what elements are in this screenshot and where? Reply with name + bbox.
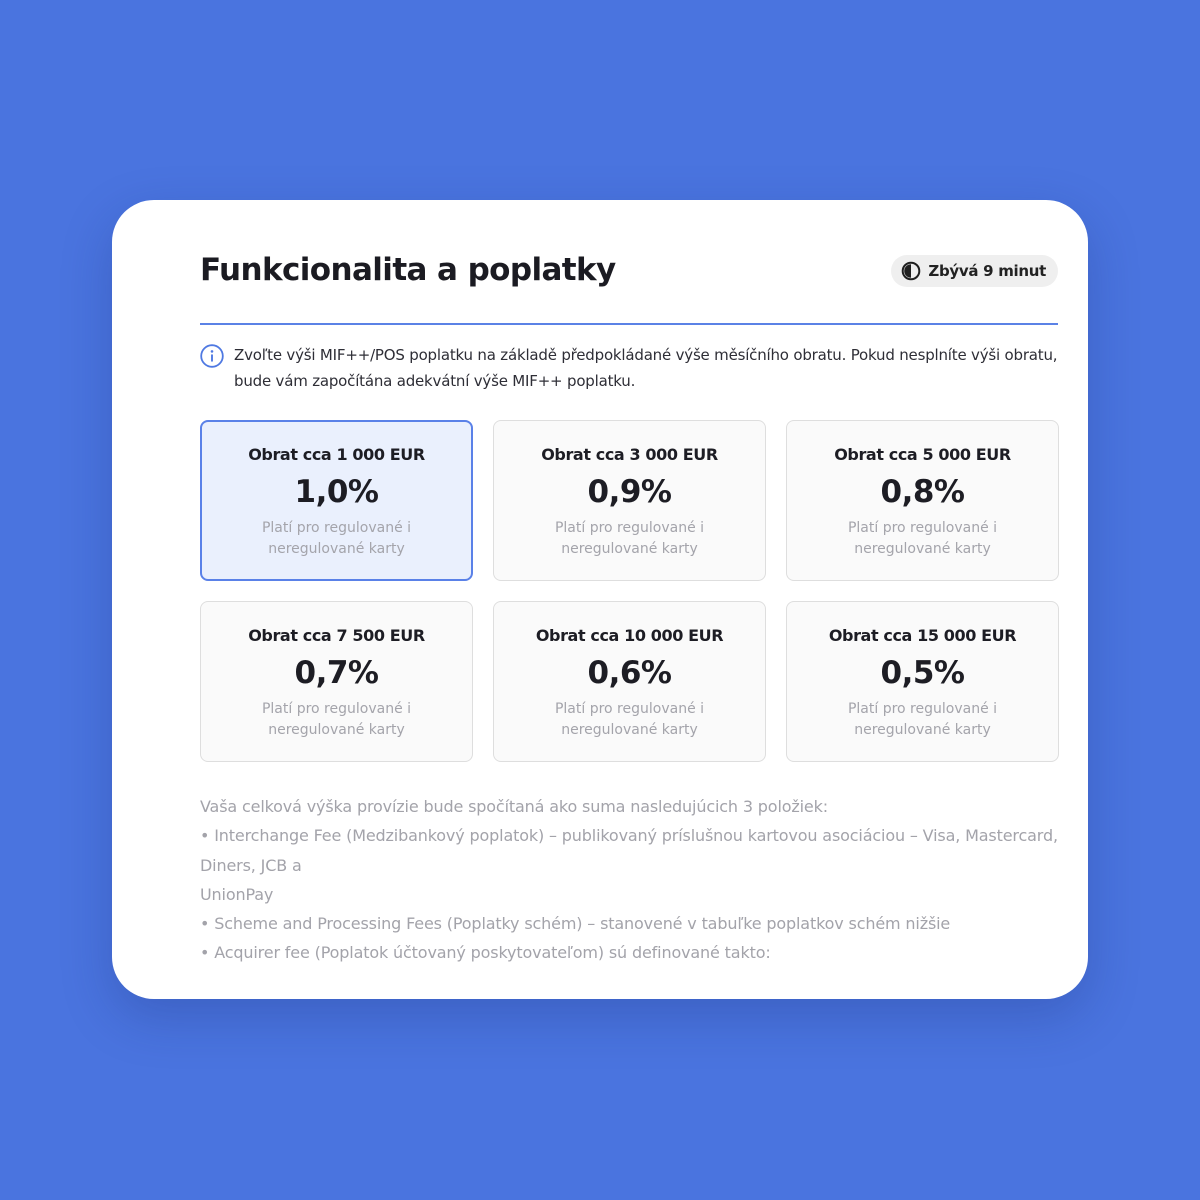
half-circle-clock-icon bbox=[901, 261, 921, 281]
notes-item-acquirer-fee: • Acquirer fee (Poplatok účtovaný poskyt… bbox=[200, 943, 771, 963]
notes-item-interchange: • Interchange Fee (Medzibankový poplatok… bbox=[200, 826, 1058, 875]
tier-option-3000[interactable]: Obrat cca 3 000 EUR 0,9% Platí pro regul… bbox=[493, 420, 766, 581]
tier-description: Platí pro regulované i neregulované kart… bbox=[554, 520, 705, 557]
tier-fee-rate: 0,7% bbox=[294, 655, 379, 691]
commission-notes: Vaša celková výška provízie bude spočíta… bbox=[200, 792, 1062, 968]
tier-option-15000[interactable]: Obrat cca 15 000 EUR 0,5% Platí pro regu… bbox=[786, 601, 1059, 762]
tier-description: Platí pro regulované i neregulované kart… bbox=[847, 520, 998, 557]
tier-turnover-label: Obrat cca 3 000 EUR bbox=[541, 445, 718, 464]
turnover-tier-grid: Obrat cca 1 000 EUR 1,0% Platí pro regul… bbox=[200, 420, 1059, 762]
info-message: Zvoľte výši MIF++/POS poplatku na základ… bbox=[200, 342, 1058, 394]
time-remaining-badge: Zbývá 9 minut bbox=[891, 255, 1058, 287]
tier-fee-rate: 0,5% bbox=[880, 655, 965, 691]
tier-fee-rate: 0,6% bbox=[587, 655, 672, 691]
tier-description: Platí pro regulované i neregulované kart… bbox=[261, 701, 412, 738]
tier-turnover-label: Obrat cca 15 000 EUR bbox=[828, 626, 1017, 645]
tier-turnover-label: Obrat cca 7 500 EUR bbox=[248, 626, 425, 645]
page-title: Funkcionalita a poplatky bbox=[200, 252, 616, 288]
title-divider bbox=[200, 323, 1058, 325]
notes-item-interchange-cont: UnionPay bbox=[200, 884, 274, 904]
tier-description: Platí pro regulované i neregulované kart… bbox=[554, 701, 705, 738]
tier-turnover-label: Obrat cca 1 000 EUR bbox=[248, 445, 425, 464]
tier-turnover-label: Obrat cca 10 000 EUR bbox=[535, 626, 724, 645]
tier-fee-rate: 0,9% bbox=[587, 474, 672, 510]
time-remaining-label: Zbývá 9 minut bbox=[928, 262, 1046, 280]
notes-intro: Vaša celková výška provízie bude spočíta… bbox=[200, 797, 828, 816]
notes-item-scheme-fees: • Scheme and Processing Fees (Poplatky s… bbox=[200, 914, 951, 934]
tier-option-7500[interactable]: Obrat cca 7 500 EUR 0,7% Platí pro regul… bbox=[200, 601, 473, 762]
tier-option-10000[interactable]: Obrat cca 10 000 EUR 0,6% Platí pro regu… bbox=[493, 601, 766, 762]
tier-fee-rate: 1,0% bbox=[294, 474, 379, 510]
info-icon bbox=[200, 344, 224, 394]
tier-turnover-label: Obrat cca 5 000 EUR bbox=[834, 445, 1011, 464]
info-text: Zvoľte výši MIF++/POS poplatku na základ… bbox=[234, 346, 1058, 390]
tier-description: Platí pro regulované i neregulované kart… bbox=[847, 701, 998, 738]
fees-card: Funkcionalita a poplatky Zbývá 9 minut Z… bbox=[112, 200, 1088, 999]
tier-option-1000[interactable]: Obrat cca 1 000 EUR 1,0% Platí pro regul… bbox=[200, 420, 473, 581]
tier-fee-rate: 0,8% bbox=[880, 474, 965, 510]
tier-option-5000[interactable]: Obrat cca 5 000 EUR 0,8% Platí pro regul… bbox=[786, 420, 1059, 581]
tier-description: Platí pro regulované i neregulované kart… bbox=[261, 520, 412, 557]
